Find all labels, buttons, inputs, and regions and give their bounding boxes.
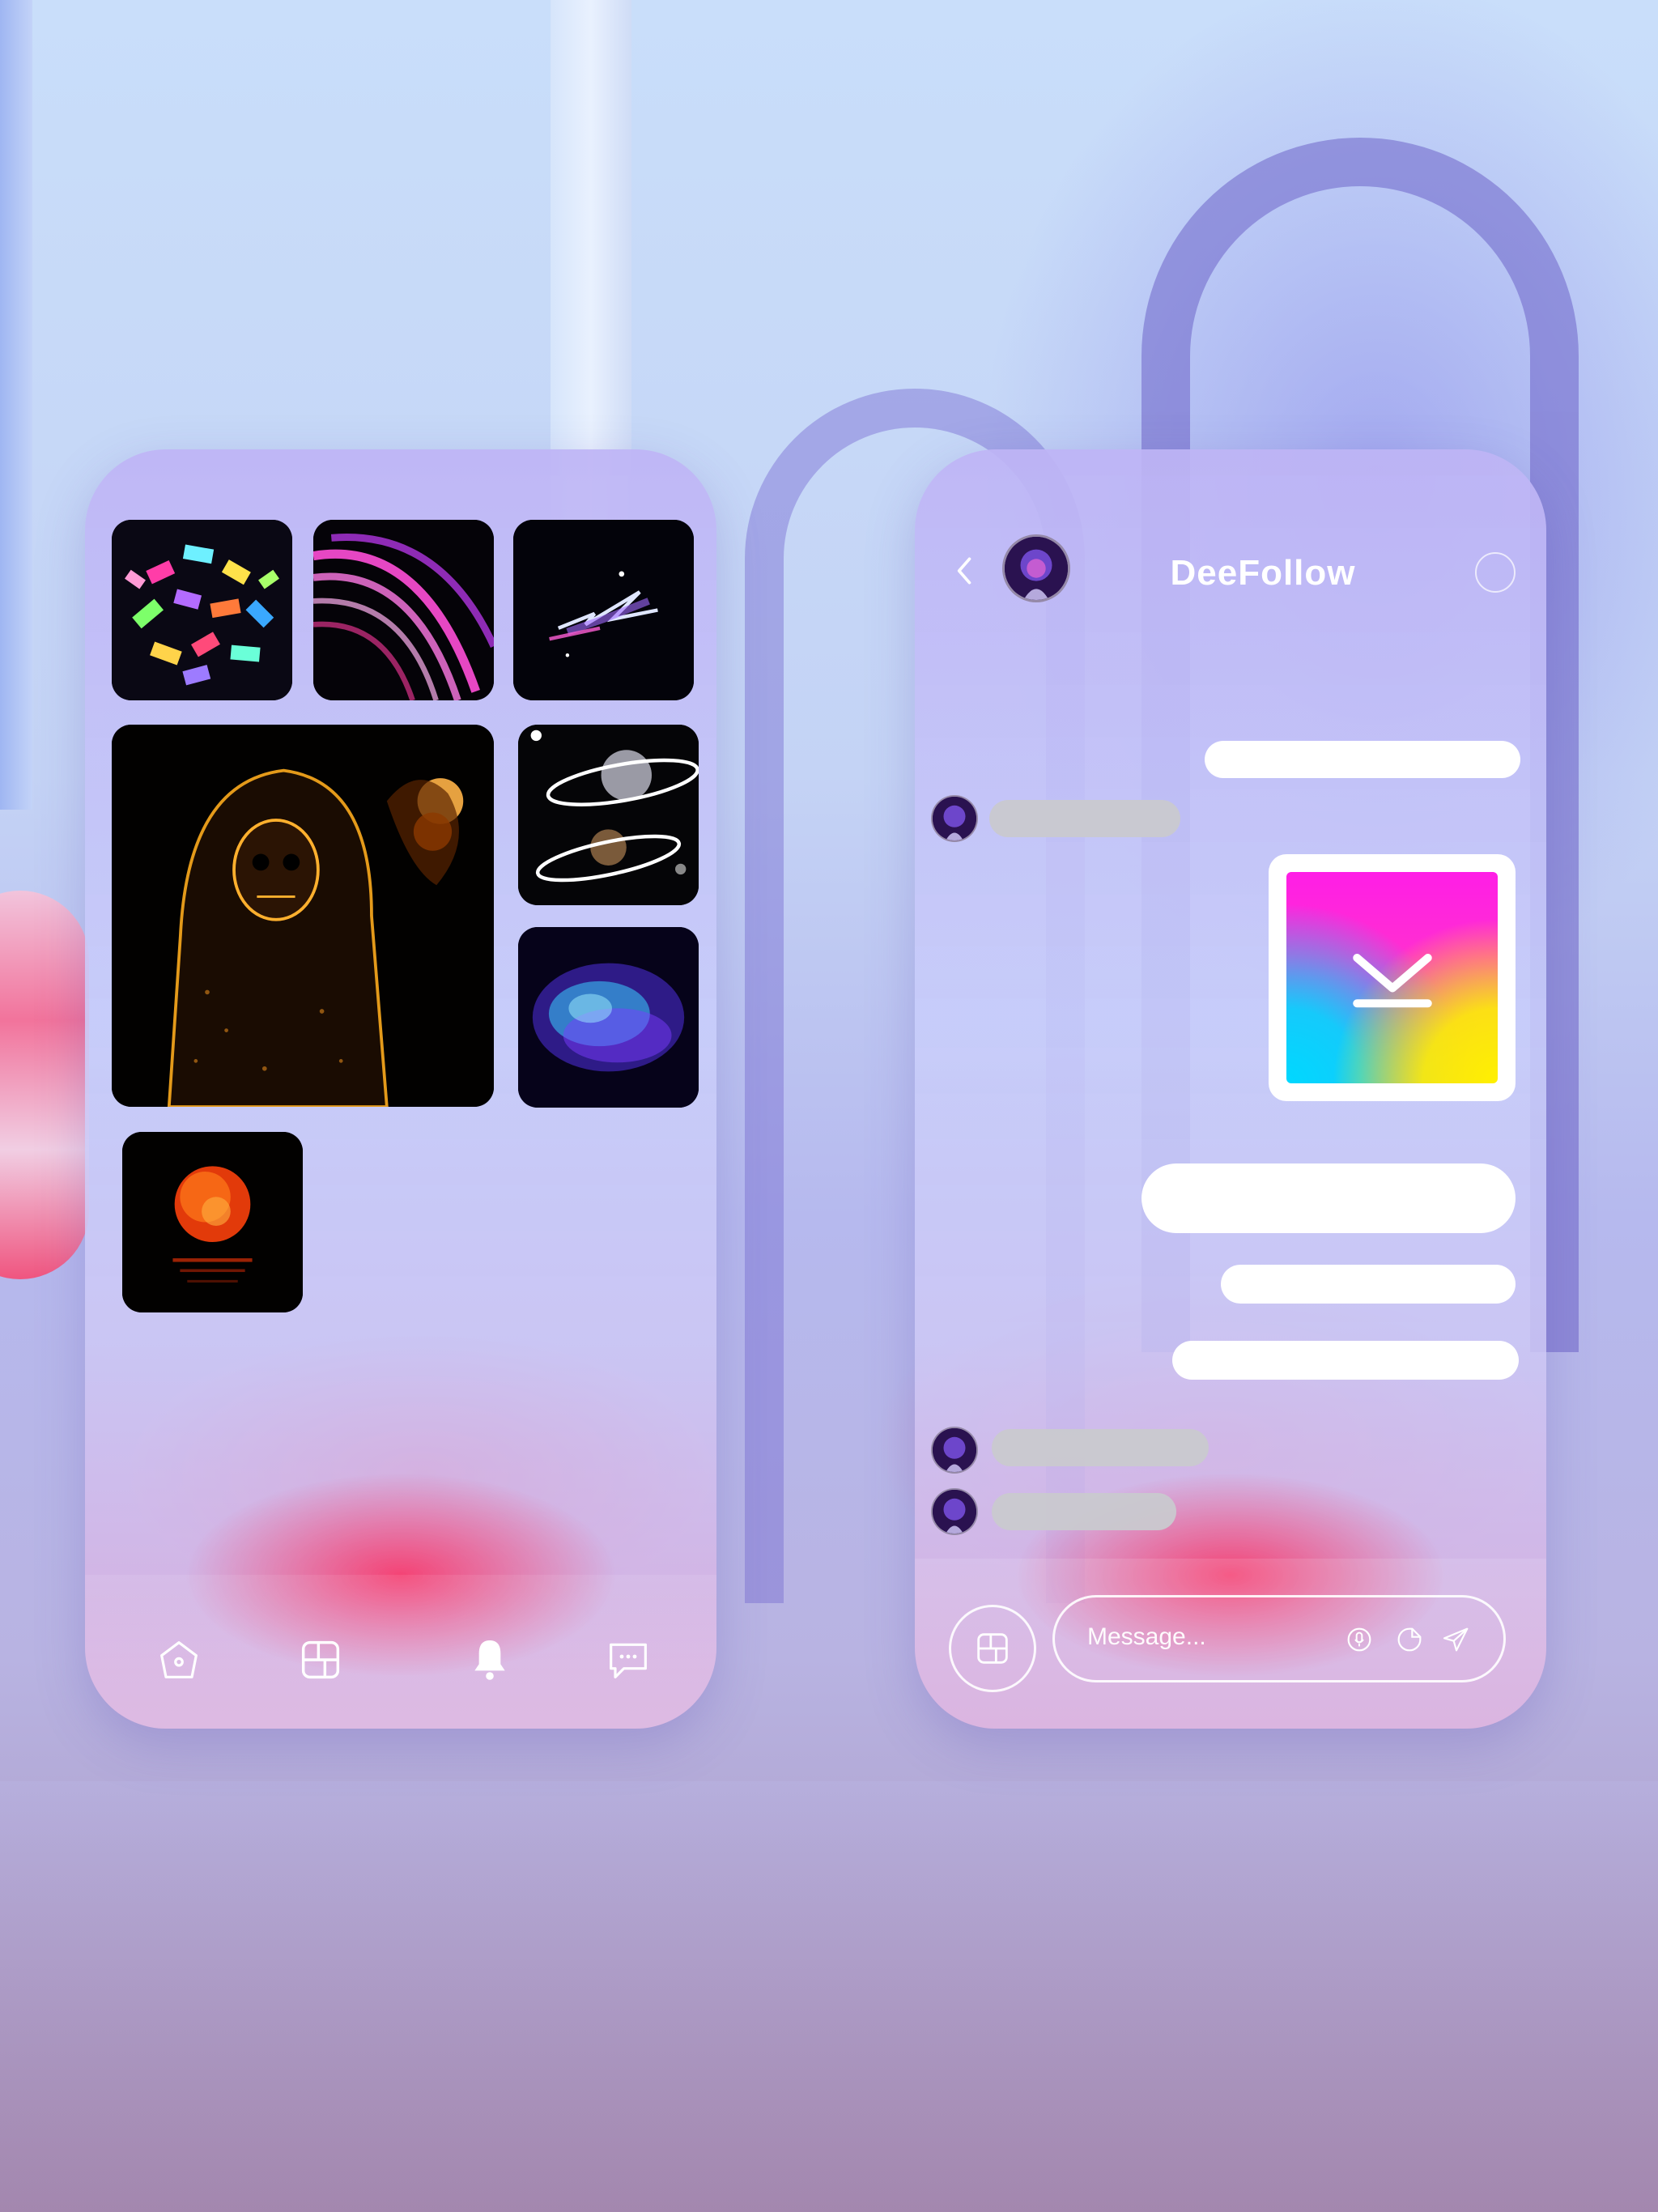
gallery-item-hooded-skull[interactable] (112, 725, 494, 1107)
avatar-image (933, 1490, 976, 1534)
glowing-hooded-skull-art (112, 725, 494, 1107)
download-icon (1352, 953, 1432, 1007)
message-bubble-outgoing (1141, 1163, 1516, 1233)
pink-light-streaks-art (313, 520, 494, 700)
background-floor (0, 1781, 1658, 2212)
image-message[interactable] (1269, 854, 1516, 1101)
gallery-icon (301, 1640, 340, 1679)
home-icon (160, 1641, 198, 1678)
message-bubble-incoming (989, 800, 1180, 837)
chat-title: DeeFollow (1170, 553, 1356, 593)
chat-phone-screen: DeeFollow Message... (915, 449, 1546, 1729)
gallery-icon (977, 1633, 1008, 1664)
red-sun-reflection-art (122, 1132, 303, 1312)
chat-icon (610, 1643, 647, 1678)
chevron-left-icon (957, 557, 971, 585)
info-button[interactable] (1475, 552, 1516, 593)
message-avatar (931, 795, 978, 842)
back-button[interactable] (933, 538, 997, 603)
voice-button[interactable] (1338, 1619, 1380, 1661)
gallery-item-neon-lightning[interactable] (513, 520, 694, 700)
blue-particle-cloud-art (518, 927, 699, 1108)
image-message-preview (1286, 872, 1498, 1083)
gallery-item-red-sun[interactable] (122, 1132, 303, 1312)
chrome-planets-art (518, 725, 699, 905)
gallery-item-particle-cloud[interactable] (518, 927, 699, 1108)
message-input[interactable]: Message... (1052, 1595, 1506, 1682)
message-avatar (931, 1427, 978, 1474)
contact-avatar[interactable] (1002, 534, 1070, 602)
sticker-icon (1397, 1627, 1422, 1652)
gallery-item-chrome-planets[interactable] (518, 725, 699, 905)
background-wall (0, 0, 32, 810)
neon-lightning-art (513, 520, 694, 700)
message-bubble-incoming (992, 1493, 1176, 1530)
message-input-placeholder: Message... (1087, 1623, 1206, 1650)
attach-media-button[interactable] (949, 1605, 1036, 1692)
gallery-item-pink-streaks[interactable] (313, 520, 494, 700)
message-bubble-outgoing (1205, 741, 1520, 778)
gallery-phone-screen (85, 449, 716, 1729)
nav-notifications-button[interactable] (461, 1631, 518, 1688)
microphone-icon (1347, 1627, 1371, 1652)
send-icon (1443, 1627, 1469, 1652)
bell-icon (474, 1640, 505, 1680)
nav-home-button[interactable] (151, 1631, 207, 1688)
colorful-blocks-art (112, 520, 292, 700)
gallery-item-colorful-blocks[interactable] (112, 520, 292, 700)
nav-messages-button[interactable] (600, 1631, 657, 1688)
send-button[interactable] (1435, 1619, 1477, 1661)
message-bubble-outgoing (1221, 1265, 1516, 1304)
message-bubble-incoming (992, 1429, 1209, 1466)
nav-gallery-button[interactable] (292, 1631, 349, 1688)
background-rings (0, 891, 89, 1279)
avatar-image (1005, 537, 1068, 600)
message-bubble-outgoing (1172, 1341, 1519, 1380)
sticker-button[interactable] (1388, 1619, 1431, 1661)
message-avatar (931, 1488, 978, 1535)
avatar-image (933, 1428, 976, 1472)
avatar-image (933, 797, 976, 840)
